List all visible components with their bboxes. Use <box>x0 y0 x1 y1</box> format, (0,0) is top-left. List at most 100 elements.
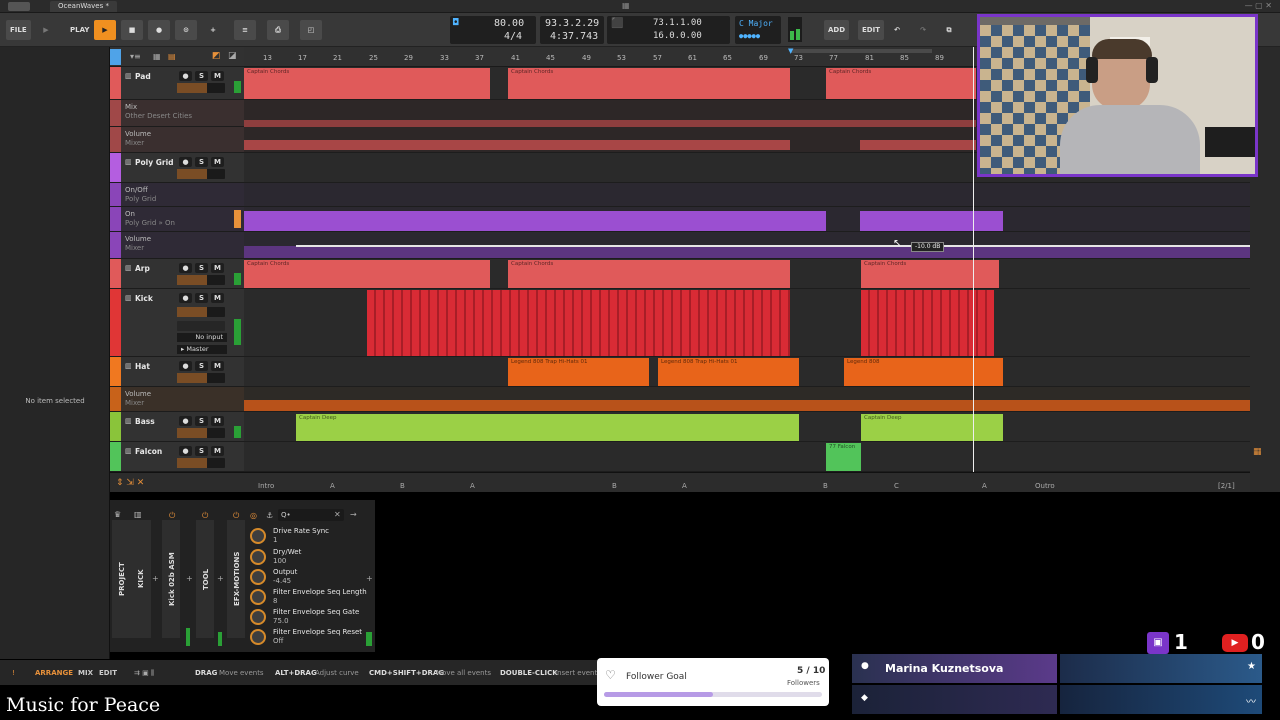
cue-marker[interactable]: A <box>470 482 475 490</box>
cue-marker[interactable]: A <box>982 482 987 490</box>
track-falcon[interactable]: ▥ Falcon ● S M <box>110 442 244 472</box>
power-icon[interactable]: ⏻ <box>169 511 175 521</box>
volume-fader[interactable] <box>177 458 225 468</box>
info-icon[interactable]: ! <box>12 669 15 677</box>
param-knob[interactable] <box>250 569 266 585</box>
grid-view-icon[interactable]: ▦ <box>153 52 161 61</box>
cue-marker[interactable]: B <box>823 482 828 490</box>
param-knob[interactable] <box>250 629 266 645</box>
automation-lane-on[interactable]: On Poly Grid » On <box>110 207 244 232</box>
play-arrow-icon[interactable]: ▶ <box>35 20 57 40</box>
track-name[interactable]: Kick <box>135 294 153 303</box>
record-arm-button[interactable]: ● <box>179 361 192 371</box>
cue-marker[interactable]: Outro <box>1035 482 1055 490</box>
mute-button[interactable]: M <box>211 361 224 371</box>
automation-lane-volume[interactable]: Volume Mixer <box>110 127 244 153</box>
cue-marker[interactable]: Intro <box>258 482 274 490</box>
add-device-icon[interactable]: + <box>366 574 373 583</box>
tempo-value[interactable]: 80.00 <box>494 18 524 29</box>
cue-marker[interactable]: A <box>330 482 335 490</box>
automation-lane-mix[interactable]: Mix Other Desert Cities <box>110 100 244 127</box>
clip-pad[interactable]: Captain Chords <box>508 68 790 99</box>
position-display[interactable]: 93.3.2.29 4:37.743 <box>540 16 604 44</box>
mute-button[interactable]: M <box>211 446 224 456</box>
crown-icon[interactable]: ♛ <box>114 510 121 519</box>
mute-button[interactable]: M <box>211 416 224 426</box>
track-pad[interactable]: ▥ Pad ● S M <box>110 67 244 100</box>
solo-button[interactable]: S <box>195 446 208 456</box>
tempo-display[interactable]: ◘ 80.00 4/4 <box>450 16 536 44</box>
key-display[interactable]: C Major ●●●●● <box>735 16 781 44</box>
loop-region-bar[interactable] <box>790 49 932 53</box>
param-dry-wet[interactable]: Dry/Wet 100 <box>250 547 362 567</box>
clip-hat[interactable]: Legend 808 Trap Hi-Hats 01 <box>508 358 649 386</box>
expand-icon[interactable]: ◪ <box>228 51 237 61</box>
track-name[interactable]: Pad <box>135 72 151 81</box>
track-arp[interactable]: ▥ Arp ● S M <box>110 259 244 289</box>
loop-record-button[interactable]: ⊙ <box>175 20 197 40</box>
volume-fader[interactable] <box>177 275 225 285</box>
layout-button[interactable]: ≡ <box>234 20 256 40</box>
app-menu-icon[interactable] <box>8 2 30 11</box>
automation-fill-volume[interactable] <box>244 140 790 150</box>
edit-button[interactable]: EDIT <box>858 20 884 40</box>
file-button[interactable]: FILE <box>6 20 31 40</box>
record-arm-button[interactable]: ● <box>179 416 192 426</box>
lane-falcon[interactable] <box>244 442 1250 472</box>
clip-arp[interactable]: Captain Chords <box>244 260 490 288</box>
undo-icon[interactable]: ↶ <box>886 20 908 40</box>
track-name[interactable]: Bass <box>135 417 155 426</box>
param-filter-env-seq-reset[interactable]: Filter Envelope Seq Reset Off <box>250 627 362 647</box>
tab-project[interactable]: PROJECT <box>112 520 132 638</box>
loop-start-marker-icon[interactable]: ▼ <box>788 47 793 55</box>
add-device-icon[interactable]: + <box>186 574 193 583</box>
solo-button[interactable]: S <box>195 416 208 426</box>
param-filter-env-seq-gate[interactable]: Filter Envelope Seq Gate 75.0 <box>250 607 362 627</box>
piano-icon[interactable]: ▥ <box>134 510 142 519</box>
param-output[interactable]: Output -4.45 <box>250 567 362 587</box>
print-icon[interactable]: ⎙ <box>267 20 289 40</box>
clip-bass[interactable]: Captain Deep <box>296 414 799 441</box>
loop-display[interactable]: ⬛ 73.1.1.00 16.0.0.00 <box>607 16 730 44</box>
automation-line-volume[interactable] <box>296 245 1250 247</box>
clip-falcon[interactable]: 77 Falcon <box>826 443 861 471</box>
anchor-icon[interactable]: ⚓ <box>266 511 273 520</box>
redo-icon[interactable]: ↷ <box>912 20 934 40</box>
cue-marker[interactable]: B <box>400 482 405 490</box>
track-name[interactable]: Arp <box>135 264 150 273</box>
automation-lane-onoff[interactable]: On/Off Poly Grid <box>110 183 244 207</box>
solo-button[interactable]: S <box>195 361 208 371</box>
grid-icon[interactable]: ▦ <box>1253 447 1262 457</box>
add-device-icon[interactable]: + <box>217 574 224 583</box>
solo-button[interactable]: S <box>195 293 208 303</box>
view-edit-button[interactable]: EDIT <box>99 669 117 677</box>
automation-fill-volume[interactable] <box>244 246 1250 258</box>
key-value[interactable]: C Major <box>739 19 773 28</box>
arrow-down-icon[interactable]: ▾≡ <box>130 52 141 61</box>
view-arrange-button[interactable]: ARRANGE <box>35 669 73 677</box>
input-selector[interactable]: No input <box>177 333 227 342</box>
add-device-icon[interactable]: + <box>152 574 159 583</box>
mute-button[interactable]: M <box>211 293 224 303</box>
param-filter-env-seq-length[interactable]: Filter Envelope Seq Length 8 <box>250 587 367 607</box>
add-button[interactable]: ADD <box>824 20 850 40</box>
add-icon[interactable]: + <box>202 20 224 40</box>
param-knob[interactable] <box>250 528 266 544</box>
power-icon[interactable]: ⏻ <box>202 511 208 521</box>
power-icon[interactable]: ⏻ <box>233 511 239 521</box>
cue-marker-bar[interactable]: ⇕ ⇲ ✕ Intro A B A B A B C A Outro [2/1] <box>110 472 1250 492</box>
automation-lane-volume[interactable]: Volume Mixer <box>110 232 244 259</box>
track-name[interactable]: Poly Grid <box>135 158 174 167</box>
mute-button[interactable]: M <box>211 263 224 273</box>
track-name[interactable]: Hat <box>135 362 150 371</box>
param-knob[interactable] <box>250 589 266 605</box>
clip-hat[interactable]: Legend 808 <box>844 358 1003 386</box>
pan-knob[interactable] <box>177 321 225 331</box>
close-search-icon[interactable]: ✕ <box>334 510 341 519</box>
param-knob[interactable] <box>250 549 266 565</box>
clip-bass[interactable]: Captain Deep <box>861 414 1003 441</box>
device-kick-asm[interactable]: Kick 02b ASM <box>162 520 180 638</box>
clip-kick[interactable] <box>367 290 790 356</box>
document-tab[interactable]: OceanWaves * <box>50 1 117 12</box>
modulator-icon[interactable]: ◎ <box>250 511 257 520</box>
